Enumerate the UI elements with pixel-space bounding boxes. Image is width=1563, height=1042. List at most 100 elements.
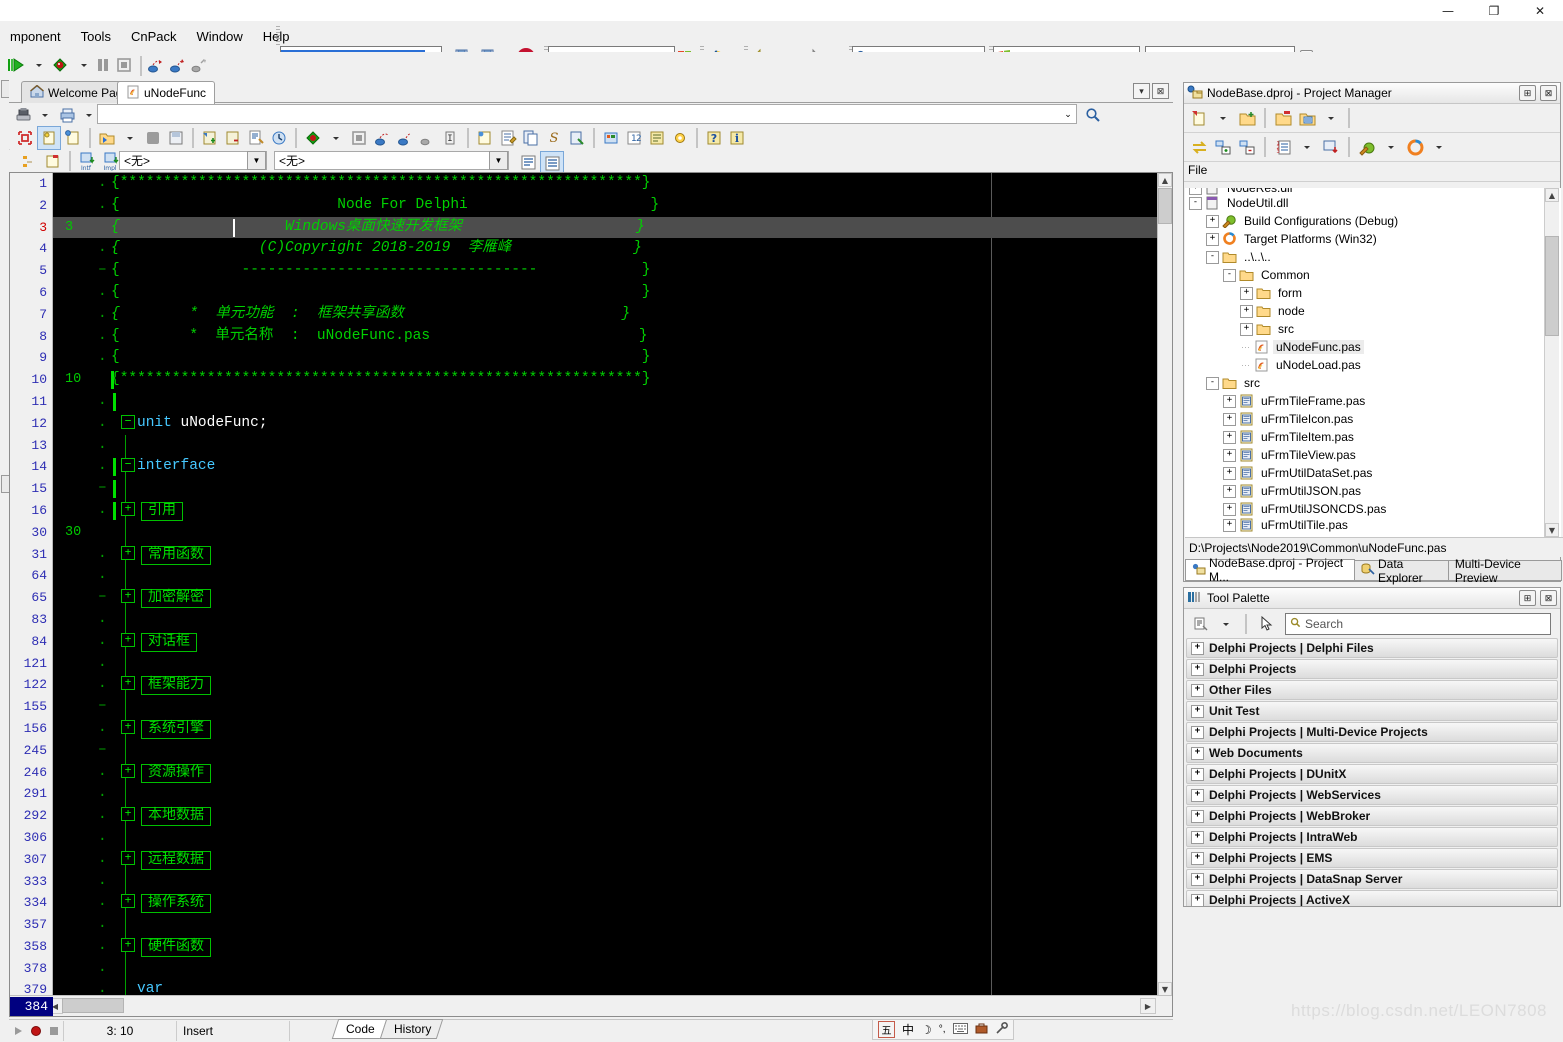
sync-icon[interactable] xyxy=(1188,136,1210,158)
tool-palette-category-list[interactable]: + Delphi Projects | Delphi Files + Delphi P… xyxy=(1184,638,1560,906)
code-line[interactable]: . + 系统引擎 xyxy=(53,717,1158,740)
hscroll-thumb[interactable] xyxy=(62,998,124,1013)
tree-row[interactable]: + Target Platforms (Win32) xyxy=(1185,230,1561,248)
code-format-icon[interactable]: S xyxy=(543,127,565,149)
line-number[interactable]: 5 xyxy=(10,260,52,282)
code-line[interactable]: . + 对话框 xyxy=(53,630,1158,653)
palette-category-row[interactable]: + Delphi Projects | Delphi Files xyxy=(1186,638,1558,658)
fold-collapse-box[interactable]: − xyxy=(121,414,135,429)
palette-category-row[interactable]: + Web Documents xyxy=(1186,743,1558,763)
scroll-thumb[interactable] xyxy=(1158,188,1172,224)
fold-marker[interactable]: . xyxy=(98,347,107,369)
fold-marker[interactable]: . xyxy=(98,500,107,522)
code-line[interactable]: . xyxy=(53,608,1158,631)
tool-palette-search-input[interactable]: Search xyxy=(1285,613,1551,635)
new-dropdown-icon[interactable] xyxy=(1212,107,1234,129)
palette-category-row[interactable]: + Delphi Projects xyxy=(1186,659,1558,679)
tree-row[interactable]: + uFrmTileView.pas xyxy=(1185,446,1561,464)
fold-marker[interactable]: . xyxy=(98,565,107,587)
collapse-icon[interactable]: - xyxy=(1206,376,1219,390)
code-line[interactable]: . xyxy=(53,826,1158,849)
code-line[interactable]: – + 加密解密 xyxy=(53,587,1158,609)
open-folder-icon[interactable] xyxy=(1272,107,1294,129)
code-line[interactable]: . xyxy=(53,783,1158,806)
code-line[interactable]: . + 本地数据 xyxy=(53,805,1158,827)
collapse-icon[interactable]: - xyxy=(1223,268,1236,282)
code-line[interactable]: . − interface xyxy=(53,456,1158,479)
code-line[interactable]: .{ * 单元功能 : 框架共享函数 } xyxy=(53,304,1158,326)
line-number[interactable]: 31 xyxy=(10,544,52,566)
pin-icon[interactable]: ⊞ xyxy=(1519,85,1536,101)
open-file-icon[interactable] xyxy=(96,127,118,149)
maximize-button[interactable]: ❐ xyxy=(1471,0,1517,21)
help-question-icon[interactable]: ? xyxy=(703,127,725,149)
refactor-icon[interactable] xyxy=(566,127,588,149)
fold-expand-box[interactable]: + xyxy=(121,632,135,647)
collapse-icon[interactable]: - xyxy=(1206,250,1219,264)
expand-icon[interactable]: + xyxy=(1191,767,1204,781)
fold-marker[interactable]: – xyxy=(98,260,107,282)
fold-marker[interactable]: . xyxy=(98,304,107,326)
collapsed-region[interactable]: 操作系统 xyxy=(141,894,211,914)
tree-row[interactable]: + uFrmUtilJSON.pas xyxy=(1185,482,1561,500)
code-line[interactable]: . xyxy=(53,914,1158,936)
expand-icon[interactable]: + xyxy=(1191,851,1204,865)
code-line[interactable]: . + 远程数据 xyxy=(53,848,1158,871)
line-number[interactable]: 122 xyxy=(10,674,52,696)
fold-expand-box[interactable]: + xyxy=(121,589,135,604)
trace-into-icon[interactable] xyxy=(166,54,188,76)
chevron-down-icon-7[interactable]: ▼ xyxy=(489,151,508,170)
expand-icon[interactable]: + xyxy=(1191,641,1204,655)
line-number[interactable]: 11 xyxy=(10,391,52,413)
collapsed-region[interactable]: 硬件函数 xyxy=(141,937,211,957)
fold-marker[interactable]: . xyxy=(98,282,107,304)
code-line[interactable]: .{ (C)Copyright 2018-2019 李雁峰 } xyxy=(53,238,1158,260)
scroll-down-button[interactable]: ▼ xyxy=(1158,982,1172,996)
hscroll-right-button[interactable]: ▶ xyxy=(1140,998,1156,1014)
line-number[interactable]: 307 xyxy=(10,849,52,871)
trace-into-icon-2[interactable] xyxy=(394,127,416,149)
run-to-cursor-icon-2[interactable] xyxy=(417,127,439,149)
tree-row[interactable]: ⋯ uNodeFunc.pas xyxy=(1185,338,1561,356)
config-icon[interactable] xyxy=(1356,136,1378,158)
fold-marker[interactable]: . xyxy=(98,238,107,260)
expand-icon[interactable]: + xyxy=(1223,448,1236,462)
class-browser-icon[interactable] xyxy=(17,150,39,172)
fold-marker[interactable]: . xyxy=(98,914,107,936)
fold-expand-box[interactable]: + xyxy=(121,807,135,822)
status-run-icon[interactable] xyxy=(9,1020,27,1042)
view-dropdown-icon[interactable] xyxy=(1296,136,1318,158)
fold-marker[interactable]: – xyxy=(98,696,107,718)
code-line[interactable]: . {**************************************… xyxy=(53,173,1158,195)
tree-row[interactable]: - Common xyxy=(1185,266,1561,284)
expand-icon[interactable]: + xyxy=(1240,322,1253,336)
minimize-button[interactable]: — xyxy=(1425,0,1471,21)
expand-icon[interactable]: + xyxy=(1223,518,1236,532)
line-number[interactable]: 10 xyxy=(10,369,52,391)
fold-marker[interactable]: . xyxy=(98,544,107,566)
fold-marker[interactable]: . xyxy=(98,979,107,996)
expand-icon[interactable]: + xyxy=(1223,484,1236,498)
collapsed-region[interactable]: 引用 xyxy=(141,501,183,521)
code-line[interactable]: . xyxy=(53,870,1158,893)
collapse-icon[interactable]: - xyxy=(1189,196,1202,210)
line-number[interactable]: 3 xyxy=(10,217,52,239)
run-to-cursor-icon[interactable] xyxy=(188,54,210,76)
line-number[interactable]: 13 xyxy=(10,435,52,457)
stop-icon[interactable] xyxy=(113,54,135,76)
fold-marker[interactable]: . xyxy=(98,391,107,413)
code-line[interactable]: –{ ---------------------------------- } xyxy=(53,260,1158,282)
tree-row[interactable]: + form xyxy=(1185,284,1561,302)
method-combo[interactable]: <无> ▼ xyxy=(274,151,509,170)
chevron-down-icon-6[interactable]: ▼ xyxy=(247,151,266,170)
save-as-icon[interactable] xyxy=(165,127,187,149)
line-number[interactable]: 156 xyxy=(10,718,52,740)
line-number[interactable]: 9 xyxy=(10,347,52,369)
tree-scroll-down-button[interactable]: ▼ xyxy=(1545,523,1559,537)
tree-row[interactable]: + src xyxy=(1185,320,1561,338)
fold-marker[interactable]: . xyxy=(98,195,107,217)
fold-marker[interactable]: . xyxy=(98,653,107,675)
ime-mode-icon[interactable]: 五 xyxy=(878,1021,895,1038)
expand-icon[interactable]: + xyxy=(1191,683,1204,697)
copy-unit-icon[interactable] xyxy=(520,127,542,149)
